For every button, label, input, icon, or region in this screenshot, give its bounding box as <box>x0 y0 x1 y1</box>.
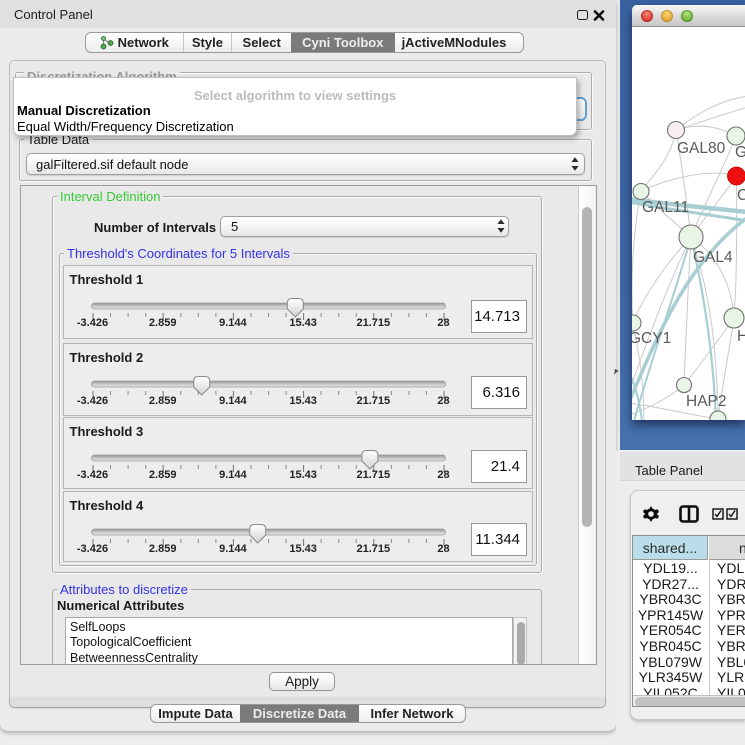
svg-text:GAL80: GAL80 <box>677 140 726 157</box>
svg-text:H: H <box>737 328 745 345</box>
svg-text:GAL11: GAL11 <box>642 199 689 216</box>
svg-text:HAP2: HAP2 <box>686 393 727 410</box>
svg-text:GAL4: GAL4 <box>693 249 733 266</box>
svg-text:C: C <box>737 187 745 204</box>
svg-text:GCY1: GCY1 <box>632 330 671 347</box>
svg-text:GA: GA <box>735 144 745 161</box>
